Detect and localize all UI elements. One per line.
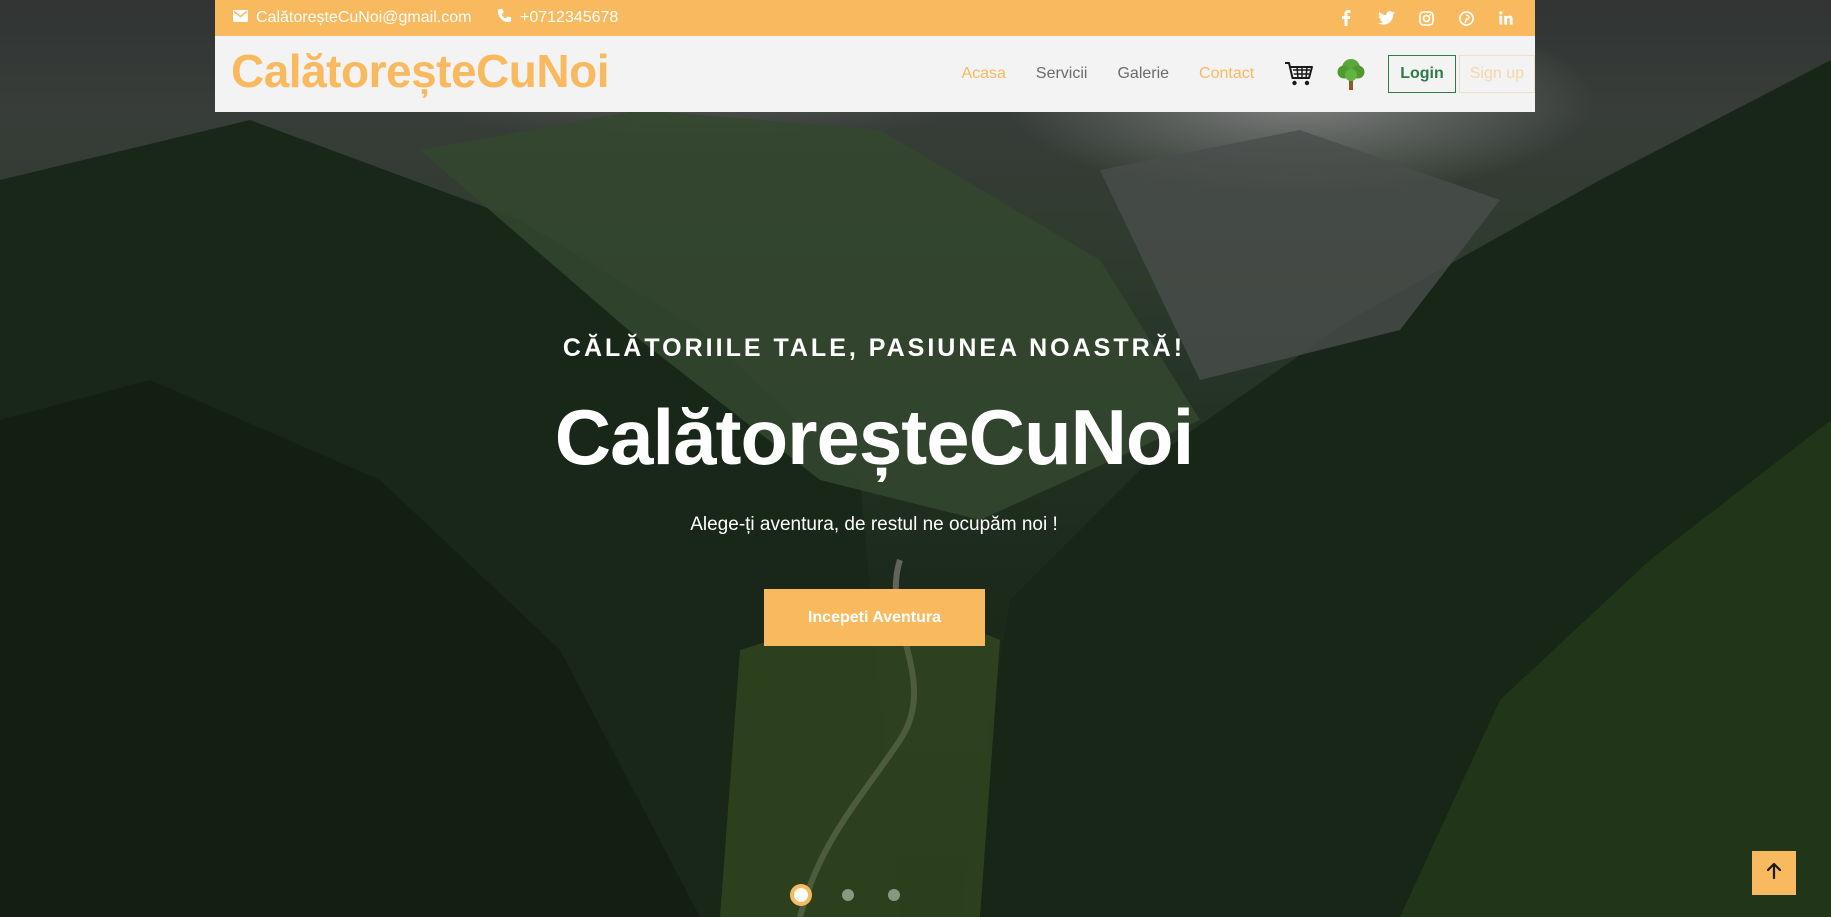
tree-icon[interactable]	[1336, 57, 1366, 91]
signup-button[interactable]: Sign up	[1458, 55, 1535, 93]
nav-menu: Acasa Servicii Galerie Contact Login Sig…	[961, 36, 1535, 112]
carousel-dot[interactable]	[842, 889, 854, 901]
twitter-icon[interactable]	[1377, 9, 1395, 27]
carousel-dot[interactable]	[888, 889, 900, 901]
login-button[interactable]: Login	[1388, 55, 1456, 93]
start-adventure-button[interactable]: Incepeti Aventura	[764, 589, 985, 646]
hero-title: CalătoreșteCuNoi	[554, 393, 1194, 481]
main-navbar: CalătoreșteCuNoi Acasa Servicii Galerie …	[215, 36, 1535, 112]
nav-link-contact[interactable]: Contact	[1199, 65, 1254, 83]
nav-link-acasa[interactable]: Acasa	[961, 65, 1005, 83]
facebook-icon[interactable]	[1337, 9, 1355, 27]
back-to-top-button[interactable]	[1752, 851, 1796, 895]
carousel-dot[interactable]	[794, 888, 808, 902]
nav-link-galerie[interactable]: Galerie	[1117, 65, 1169, 83]
carousel-indicators	[794, 888, 900, 902]
cart-icon[interactable]	[1284, 61, 1314, 87]
pinterest-icon[interactable]	[1457, 9, 1475, 27]
hero-subtitle: CĂLĂTORIILE TALE, PASIUNEA NOASTRĂ!	[562, 334, 1186, 362]
linkedin-icon[interactable]	[1497, 9, 1515, 27]
hero-description: Alege-ți aventura, de restul ne ocupăm n…	[690, 514, 1058, 535]
instagram-icon[interactable]	[1417, 9, 1435, 27]
contact-phone[interactable]: +0712345678	[497, 0, 618, 36]
nav-link-servicii[interactable]: Servicii	[1036, 65, 1088, 83]
top-contact-bar: CalătoreșteCuNoi@gmail.com +0712345678	[215, 0, 1535, 36]
phone-text: +0712345678	[520, 9, 619, 26]
contact-email[interactable]: CalătoreșteCuNoi@gmail.com	[233, 0, 471, 36]
envelope-icon	[233, 9, 248, 27]
brand-logo[interactable]: CalătoreșteCuNoi	[231, 44, 609, 98]
email-text: CalătoreșteCuNoi@gmail.com	[256, 9, 472, 26]
social-links	[1337, 0, 1515, 36]
phone-icon	[497, 8, 512, 28]
arrow-up-icon	[1766, 862, 1782, 884]
